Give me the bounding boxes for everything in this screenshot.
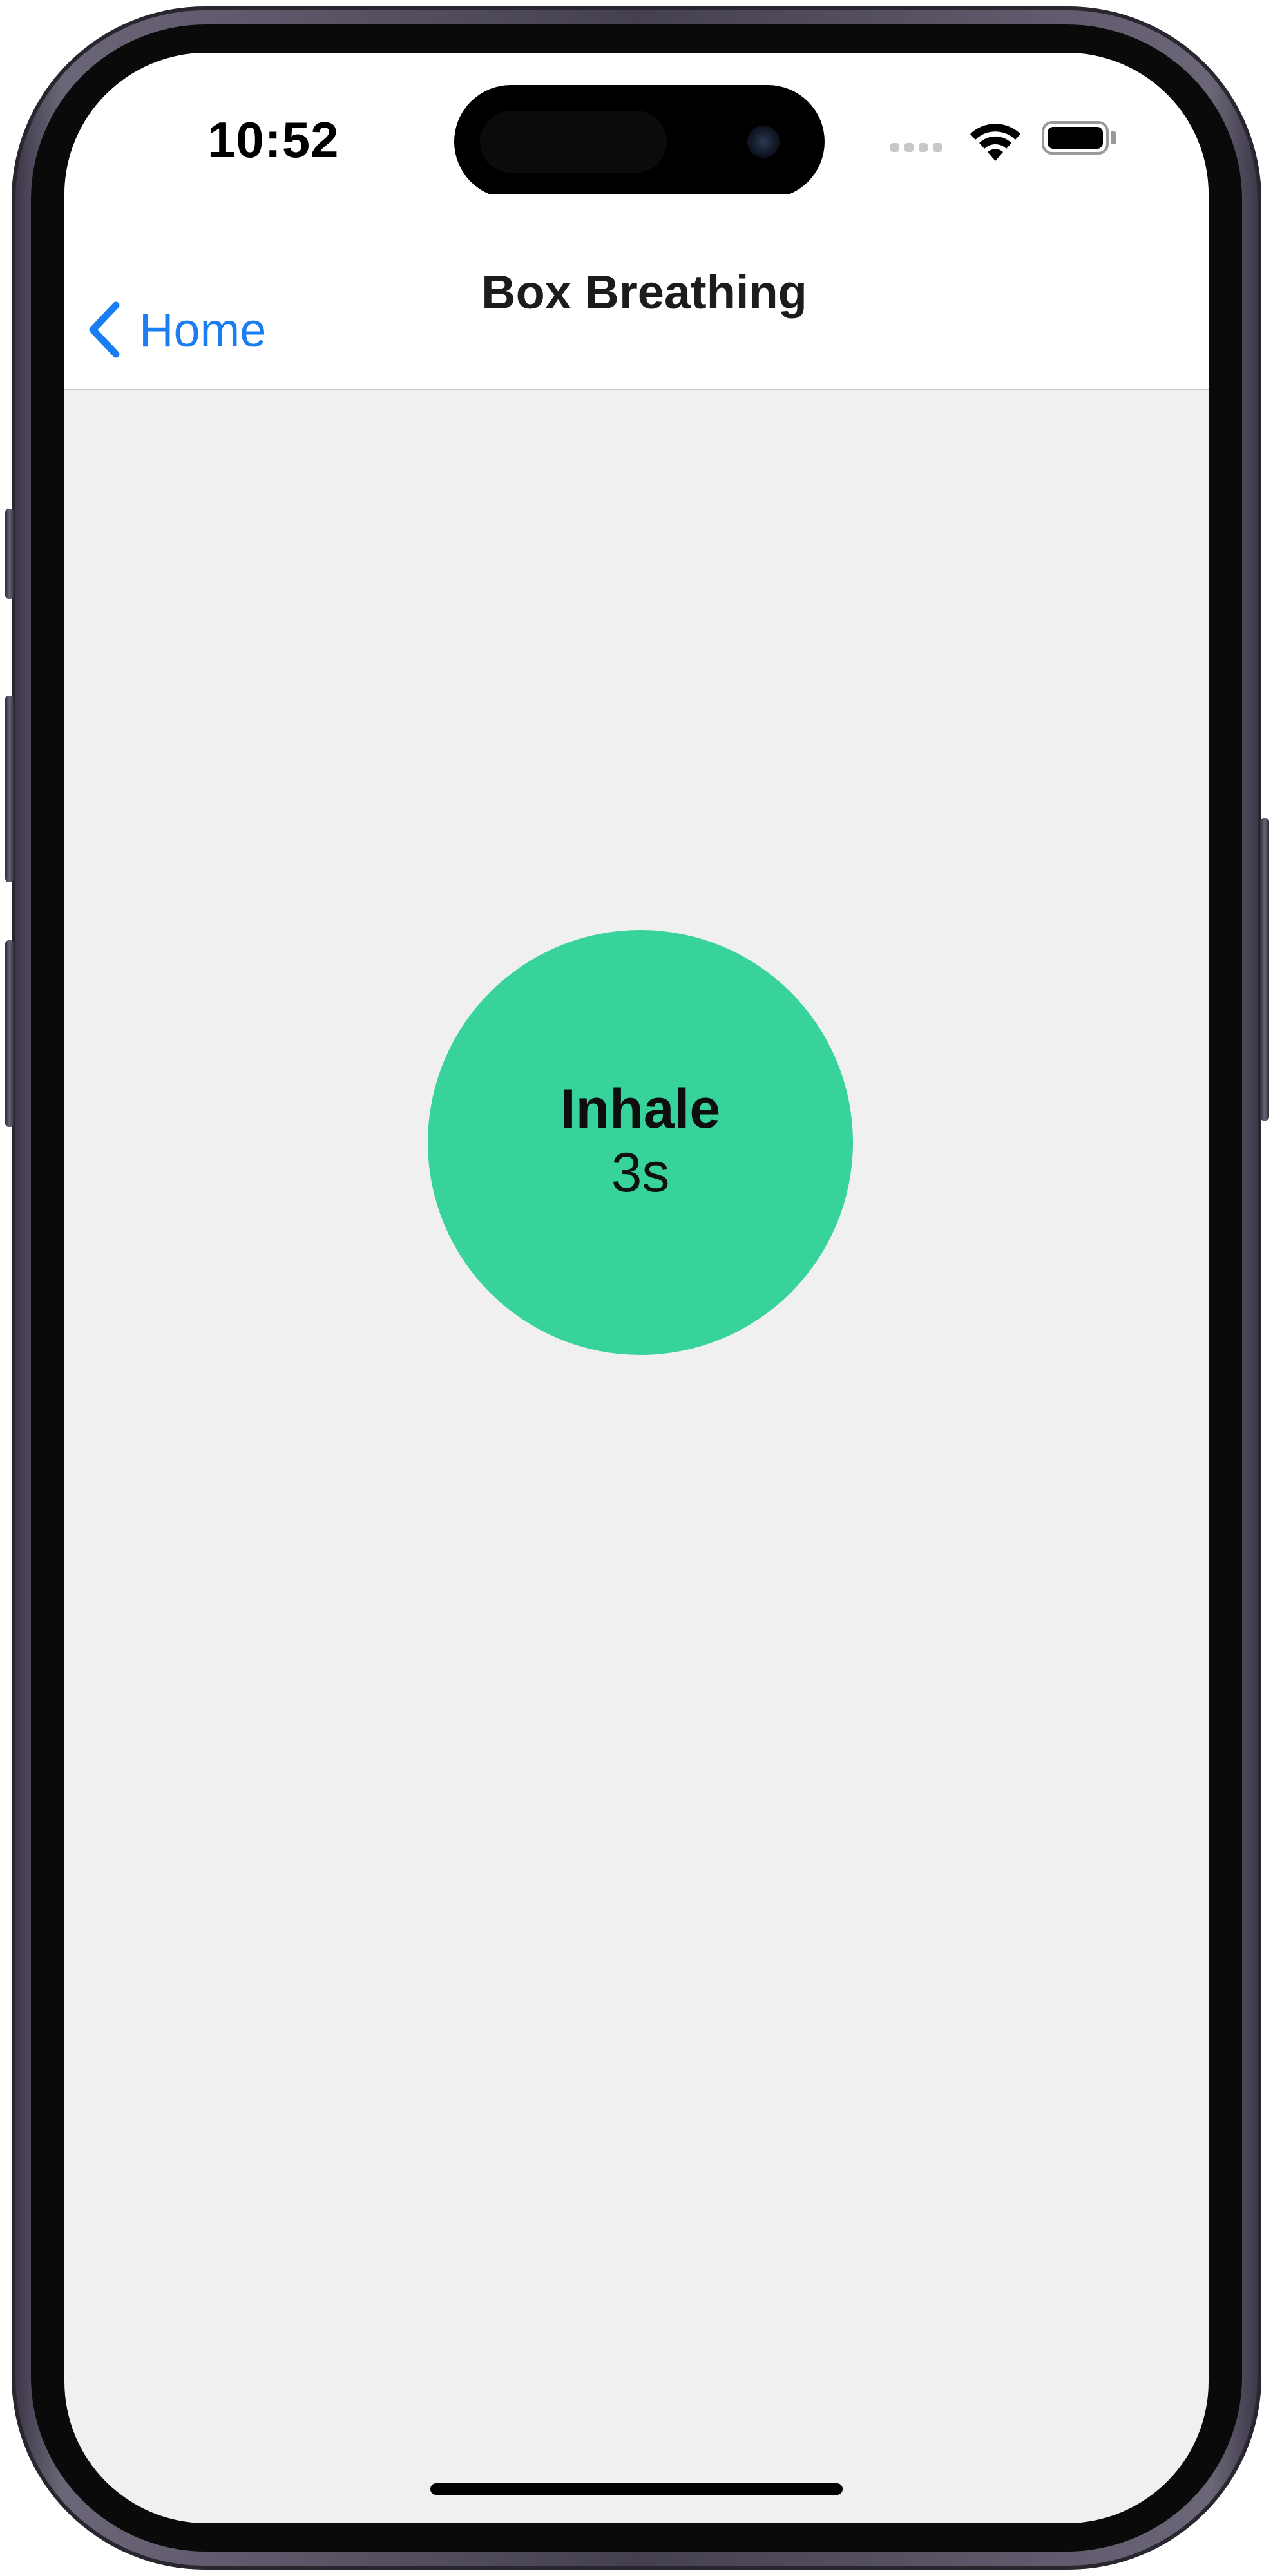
- signal-icon: [890, 143, 942, 152]
- home-indicator[interactable]: [430, 2483, 843, 2495]
- action-button: [5, 509, 14, 599]
- volume-down-button: [5, 940, 14, 1127]
- status-bar: 10:52: [64, 53, 1209, 198]
- battery-icon: [1042, 121, 1109, 155]
- back-button-label: Home: [139, 303, 267, 357]
- wifi-icon: [970, 124, 1020, 161]
- breathing-phase-label: Inhale: [560, 1078, 721, 1141]
- breathing-circle: Inhale 3s: [428, 930, 853, 1355]
- power-button: [1260, 818, 1269, 1121]
- status-time: 10:52: [207, 111, 340, 168]
- navigation-bar: Box Breathing Home: [64, 194, 1209, 390]
- volume-up-button: [5, 696, 14, 882]
- island-sensor: [480, 111, 667, 173]
- back-button[interactable]: Home: [86, 291, 266, 368]
- screen: 10:52 Box Breathing Home Inhale 3s: [64, 53, 1209, 2523]
- breathing-countdown: 3s: [611, 1141, 670, 1204]
- battery-cap: [1111, 131, 1116, 144]
- camera-lens-icon: [747, 126, 780, 158]
- dynamic-island: [454, 85, 825, 198]
- chevron-left-icon: [89, 301, 120, 358]
